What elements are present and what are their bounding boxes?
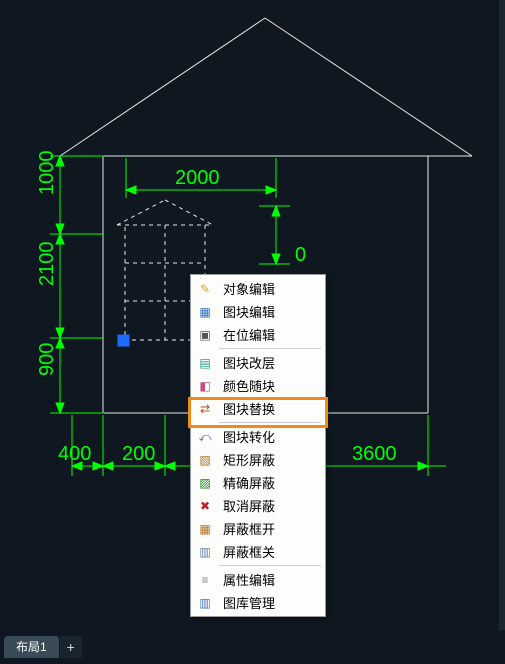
menu-item-label: 颜色随块 — [223, 376, 275, 395]
menu-item-label: 精确屏蔽 — [223, 473, 275, 492]
menu-item-block-convert[interactable]: ⤺ 图块转化 — [193, 425, 323, 448]
menu-item-label: 图块转化 — [223, 427, 275, 446]
inplace-icon: ▣ — [195, 326, 215, 344]
menu-item-color-random[interactable]: ◧ 颜色随块 — [193, 374, 323, 397]
selection-grip[interactable] — [118, 335, 129, 346]
menu-item-label: 图库管理 — [223, 593, 275, 612]
vertical-scrollbar[interactable] — [499, 0, 505, 630]
menu-separator — [219, 565, 321, 566]
menu-item-label: 对象编辑 — [223, 279, 275, 298]
menu-item-label: 屏蔽框关 — [223, 542, 275, 561]
menu-item-precise-mask[interactable]: ▨ 精确屏蔽 — [193, 471, 323, 494]
mask-on-icon: ▦ — [195, 520, 215, 538]
menu-item-rect-mask[interactable]: ▧ 矩形屏蔽 — [193, 448, 323, 471]
block-edit-icon: ▦ — [195, 303, 215, 321]
menu-item-library[interactable]: ▥ 图库管理 — [193, 591, 323, 614]
menu-separator — [219, 348, 321, 349]
tab-add[interactable]: + — [60, 636, 82, 658]
menu-item-layer-change[interactable]: ▤ 图块改层 — [193, 351, 323, 374]
block-convert-icon: ⤺ — [195, 428, 215, 446]
menu-item-edit[interactable]: ✎ 对象编辑 — [193, 277, 323, 300]
block-replace-icon: ⇄ — [195, 400, 215, 418]
menu-item-label: 取消屏蔽 — [223, 496, 275, 515]
tab-layout1[interactable]: 布局1 — [4, 636, 60, 658]
menu-item-label: 屏蔽框开 — [223, 519, 275, 538]
precise-mask-icon: ▨ — [195, 474, 215, 492]
layout-tabs: 布局1 + — [4, 636, 82, 658]
layer-change-icon: ▤ — [195, 354, 215, 372]
dim-mid-right: 0 — [295, 244, 306, 266]
edit-icon: ✎ — [195, 280, 215, 298]
dim-left-top: 1000 — [36, 151, 58, 196]
menu-item-block-replace[interactable]: ⇄ 图块替换 — [193, 397, 323, 420]
menu-separator — [219, 422, 321, 423]
menu-item-label: 图块改层 — [223, 353, 275, 372]
context-menu: ✎ 对象编辑 ▦ 图块编辑 ▣ 在位编辑 ▤ 图块改层 ◧ 颜色随块 ⇄ 图块替换 ⤺ 图块转化 ▧ 矩形屏蔽… — [190, 274, 326, 617]
menu-item-label: 图块替换 — [223, 399, 275, 418]
attr-edit-icon: ≡ — [195, 571, 215, 589]
library-icon: ▥ — [195, 594, 215, 612]
dim-left-mid: 2100 — [36, 242, 58, 287]
dim-bot-right: 3600 — [352, 443, 397, 465]
mask-off-icon: ▥ — [195, 543, 215, 561]
color-random-icon: ◧ — [195, 377, 215, 395]
menu-item-label: 在位编辑 — [223, 325, 275, 344]
menu-item-mask-off[interactable]: ▥ 屏蔽框关 — [193, 540, 323, 563]
menu-item-label: 图块编辑 — [223, 302, 275, 321]
menu-item-cancel-mask[interactable]: ✖ 取消屏蔽 — [193, 494, 323, 517]
menu-item-attr-edit[interactable]: ≡ 属性编辑 — [193, 568, 323, 591]
cancel-mask-icon: ✖ — [195, 497, 215, 515]
menu-item-mask-on[interactable]: ▦ 屏蔽框开 — [193, 517, 323, 540]
dim-left-bot: 900 — [36, 343, 58, 376]
dim-bot-mid: 200 — [122, 443, 155, 465]
rect-mask-icon: ▧ — [195, 451, 215, 469]
menu-item-label: 属性编辑 — [223, 570, 275, 589]
menu-item-block-edit[interactable]: ▦ 图块编辑 — [193, 300, 323, 323]
menu-item-label: 矩形屏蔽 — [223, 450, 275, 469]
dim-bot-left: 400 — [58, 443, 91, 465]
dim-top-inner: 2000 — [175, 167, 220, 189]
menu-item-inplace[interactable]: ▣ 在位编辑 — [193, 323, 323, 346]
